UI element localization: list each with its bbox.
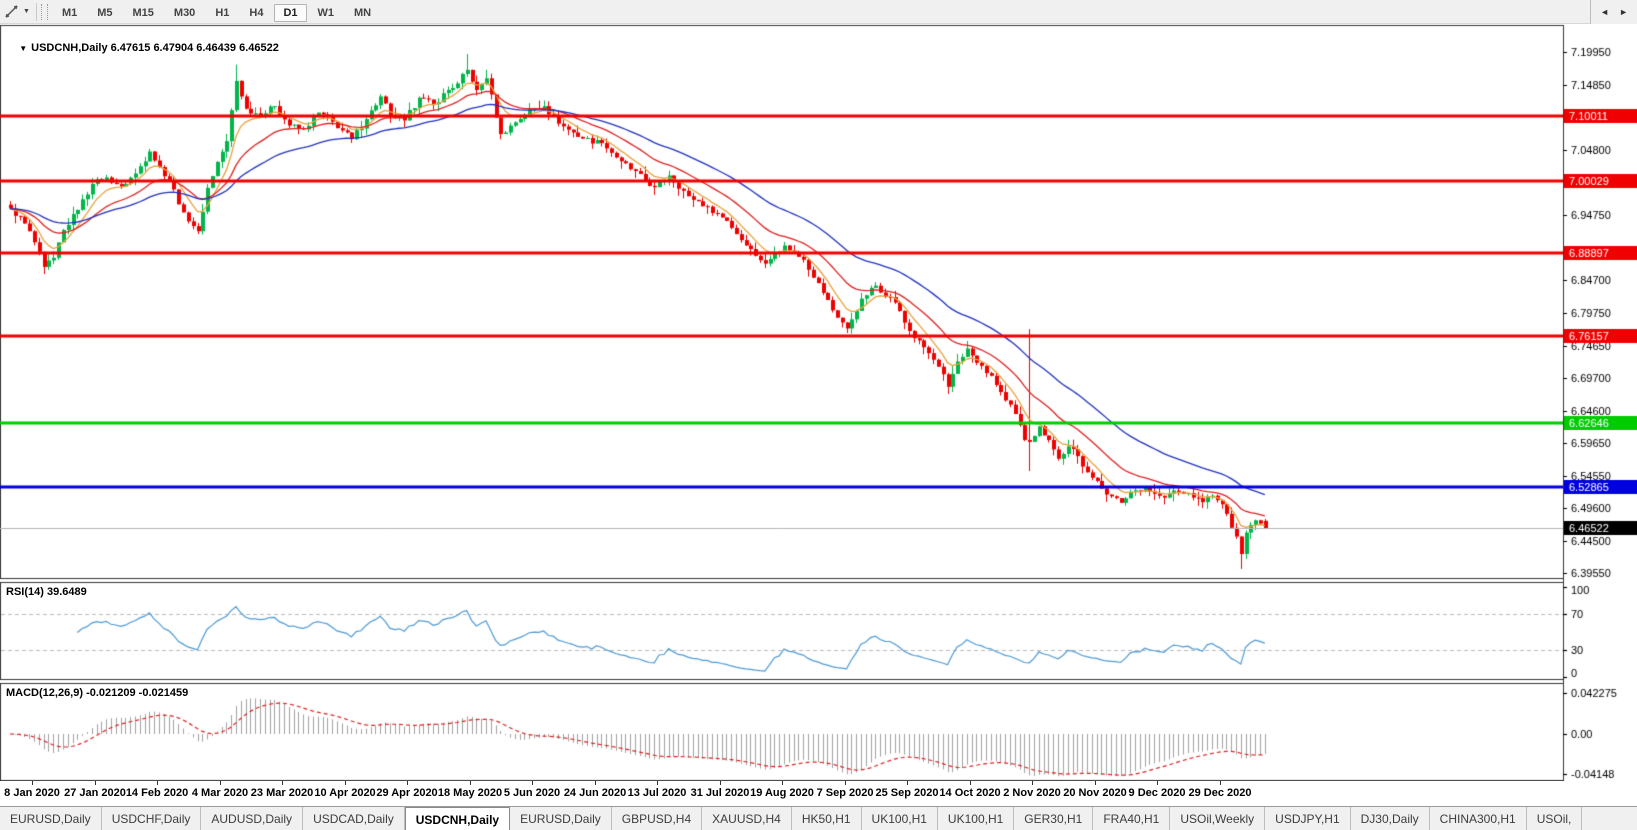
date-label: 31 Jul 2020	[691, 787, 750, 799]
chart-symbol-label: USDCNH,Daily	[31, 42, 107, 54]
date-label: 14 Oct 2020	[939, 787, 1000, 799]
date-label: 19 Aug 2020	[750, 787, 814, 799]
chart-tab-dj30-daily[interactable]: DJ30,Daily	[1351, 807, 1430, 830]
dropdown-caret-icon[interactable]: ▼	[22, 8, 34, 15]
date-axis-tick	[595, 781, 596, 785]
date-axis-tick	[1220, 781, 1221, 785]
chart-tab-usdcad-daily[interactable]: USDCAD,Daily	[303, 807, 405, 830]
chart-tab-china300-h1[interactable]: CHINA300,H1	[1430, 807, 1527, 830]
date-axis-tick	[1157, 781, 1158, 785]
date-axis-tick	[470, 781, 471, 785]
date-axis-tick	[782, 781, 783, 785]
date-label: 8 Jan 2020	[4, 787, 60, 799]
date-label: 4 Mar 2020	[192, 787, 248, 799]
chart-tab-gbpusd-h4[interactable]: GBPUSD,H4	[612, 807, 702, 830]
chart-toolbar: ▼ M1M5M15M30H1H4D1W1MN	[0, 0, 1637, 24]
chart-tab-usdcnh-daily[interactable]: USDCNH,Daily	[405, 807, 510, 830]
chart-tab-uk100-h1[interactable]: UK100,H1	[938, 807, 1014, 830]
chart-tabs: EURUSD,DailyUSDCHF,DailyAUDUSD,DailyUSDC…	[0, 807, 1582, 830]
toolbar-separator	[36, 3, 37, 21]
date-axis-tick	[907, 781, 908, 785]
date-axis-tick	[95, 781, 96, 785]
timeframe-button-M30[interactable]: M30	[165, 4, 204, 22]
date-label: 14 Feb 2020	[126, 787, 188, 799]
chart-tab-ger30-h1[interactable]: GER30,H1	[1014, 807, 1093, 830]
timeframe-button-H1[interactable]: H1	[206, 4, 238, 22]
timeframe-button-M5[interactable]: M5	[88, 4, 121, 22]
date-label: 7 Sep 2020	[817, 787, 874, 799]
date-label: 29 Dec 2020	[1189, 787, 1252, 799]
date-axis-tick	[845, 781, 846, 785]
date-label: 13 Jul 2020	[628, 787, 687, 799]
date-label: 10 Apr 2020	[314, 787, 375, 799]
date-label: 2 Nov 2020	[1003, 787, 1060, 799]
chart-tab-usdchf-daily[interactable]: USDCHF,Daily	[102, 807, 202, 830]
chart-ohlc-text: 6.47615 6.47904 6.46439 6.46522	[111, 42, 279, 54]
chart-tab-usoil-weekly[interactable]: USOil,Weekly	[1170, 807, 1265, 830]
rsi-indicator-label: RSI(14) 39.6489	[6, 586, 87, 598]
line-study-cursor-icon[interactable]	[0, 0, 22, 23]
chart-title: ▼USDCNH,Daily 6.47615 6.47904 6.46439 6.…	[6, 30, 279, 66]
date-axis-tick	[1095, 781, 1096, 785]
date-label: 9 Dec 2020	[1129, 787, 1186, 799]
chart-tab-eurusd-daily[interactable]: EURUSD,Daily	[510, 807, 612, 830]
tab-scroll-controls: ◄ ►	[1590, 0, 1637, 24]
timeframe-button-group: M1M5M15M30H1H4D1W1MN	[52, 3, 381, 21]
macd-indicator-label: MACD(12,26,9) -0.021209 -0.021459	[6, 687, 188, 699]
date-axis-tick	[970, 781, 971, 785]
date-axis-tick	[220, 781, 221, 785]
date-axis-tick	[532, 781, 533, 785]
chart-tab-xauusd-h4[interactable]: XAUUSD,H4	[702, 807, 792, 830]
price-chart-canvas[interactable]	[0, 0, 1637, 830]
chart-tab-eurusd-daily[interactable]: EURUSD,Daily	[0, 807, 102, 830]
collapse-caret-icon[interactable]: ▼	[18, 44, 31, 53]
timeframe-button-M15[interactable]: M15	[124, 4, 163, 22]
chart-tab-usoil[interactable]: USOil,	[1527, 807, 1583, 830]
date-axis-tick	[407, 781, 408, 785]
date-axis[interactable]: 8 Jan 2020 27 Jan 202014 Feb 2020 4 Mar 20…	[0, 781, 1637, 806]
chart-tab-audusd-daily[interactable]: AUDUSD,Daily	[201, 807, 303, 830]
chart-tab-fra40-h1[interactable]: FRA40,H1	[1093, 807, 1170, 830]
date-label: 23 Mar 2020	[251, 787, 313, 799]
tab-scroll-right-icon[interactable]: ►	[1614, 7, 1633, 17]
timeframe-button-M1[interactable]: M1	[53, 4, 86, 22]
date-label: 24 Jun 2020	[564, 787, 626, 799]
chart-tab-hk50-h1[interactable]: HK50,H1	[792, 807, 862, 830]
date-label: 5 Jun 2020	[504, 787, 560, 799]
toolbar-grip-handle[interactable]	[41, 4, 48, 20]
timeframe-button-H4[interactable]: H4	[240, 4, 272, 22]
timeframe-button-MN[interactable]: MN	[345, 4, 380, 22]
chart-tab-bar: EURUSD,DailyUSDCHF,DailyAUDUSD,DailyUSDC…	[0, 806, 1637, 830]
date-axis-tick	[32, 781, 33, 785]
date-label: 29 Apr 2020	[376, 787, 437, 799]
date-label: 25 Sep 2020	[876, 787, 939, 799]
trading-platform-window: ▼ M1M5M15M30H1H4D1W1MN ▼USDCNH,Daily 6.4…	[0, 0, 1637, 830]
date-label: 27 Jan 2020	[64, 787, 126, 799]
chart-tab-usdjpy-h1[interactable]: USDJPY,H1	[1265, 807, 1350, 830]
date-axis-tick	[157, 781, 158, 785]
date-axis-tick	[720, 781, 721, 785]
tab-scroll-left-icon[interactable]: ◄	[1595, 7, 1614, 17]
date-axis-tick	[282, 781, 283, 785]
date-axis-tick	[345, 781, 346, 785]
chart-tab-uk100-h1[interactable]: UK100,H1	[862, 807, 938, 830]
date-axis-tick	[1032, 781, 1033, 785]
timeframe-button-W1[interactable]: W1	[309, 4, 344, 22]
date-label: 18 May 2020	[438, 787, 502, 799]
date-label: 20 Nov 2020	[1063, 787, 1127, 799]
timeframe-button-D1[interactable]: D1	[274, 4, 306, 22]
date-axis-tick	[657, 781, 658, 785]
